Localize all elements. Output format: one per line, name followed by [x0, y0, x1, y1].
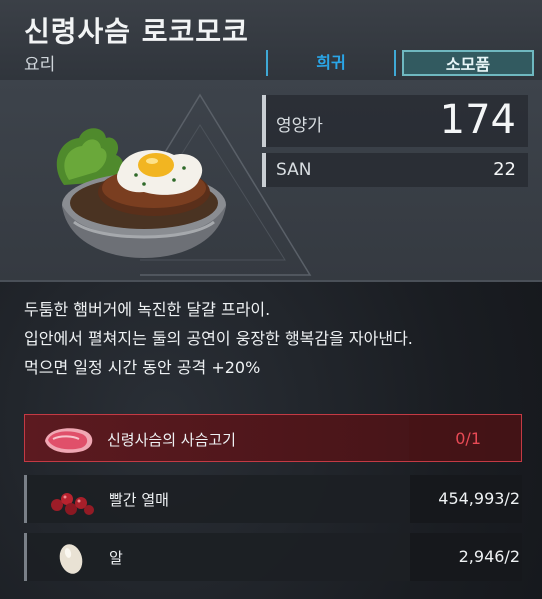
ingredient-row-red-berries[interactable]: 빨간 열매 454,993/2: [24, 475, 522, 523]
ingredient-name: 신령사슴의 사슴고기: [107, 431, 236, 449]
nutrition-stat: 영양가 174: [262, 95, 528, 147]
item-category: 요리: [24, 55, 56, 75]
san-label: SAN: [276, 160, 312, 180]
item-title: 신령사슴 로코모코: [24, 15, 249, 48]
ingredient-count: 2,946/2: [458, 547, 520, 566]
ingredient-name: 알: [109, 549, 123, 567]
description-line: 입안에서 펼쳐지는 둘의 공연이 웅장한 행복감을 자아낸다.: [24, 329, 413, 348]
ingredient-name: 빨간 열매: [109, 491, 169, 509]
red-berries-icon: [51, 493, 94, 515]
description-line: 두툼한 햄버거에 녹진한 달걀 프라이.: [24, 300, 271, 319]
san-stat: SAN 22: [262, 153, 528, 187]
description-line: 먹으면 일정 시간 동안 공격 +20%: [24, 358, 261, 377]
nutrition-value: 174: [439, 97, 516, 143]
nutrition-label: 영양가: [276, 116, 323, 136]
ingredient-count-box: 2,946/2: [410, 533, 522, 581]
san-value: 22: [493, 159, 516, 180]
item-preview-section: 영양가 174 SAN 22: [0, 80, 542, 280]
type-tag: 소모품: [402, 50, 534, 76]
item-header: 신령사슴 로코모코 요리 희귀 소모품: [0, 0, 542, 80]
locomoco-dish-icon: [56, 128, 226, 258]
item-detail-panel: 신령사슴 로코모코 요리 희귀 소모품 영양가 174 SAN 22 두툼한 햄…: [0, 0, 542, 599]
ingredient-count-box: 454,993/2: [410, 475, 522, 523]
meat-icon: [45, 428, 93, 453]
ingredient-row-venison[interactable]: 신령사슴의 사슴고기 0/1: [24, 414, 522, 462]
ingredient-count-box: 0/1: [409, 415, 521, 461]
section-divider: [0, 280, 542, 282]
ingredient-count: 0/1: [455, 429, 481, 448]
egg-icon: [59, 544, 83, 574]
ingredient-count: 454,993/2: [438, 489, 520, 508]
item-description: 두툼한 햄버거에 녹진한 달걀 프라이. 입안에서 펼쳐지는 둘의 공연이 웅장…: [24, 295, 534, 382]
rarity-tag: 희귀: [266, 50, 396, 76]
ingredient-row-egg[interactable]: 알 2,946/2: [24, 533, 522, 581]
